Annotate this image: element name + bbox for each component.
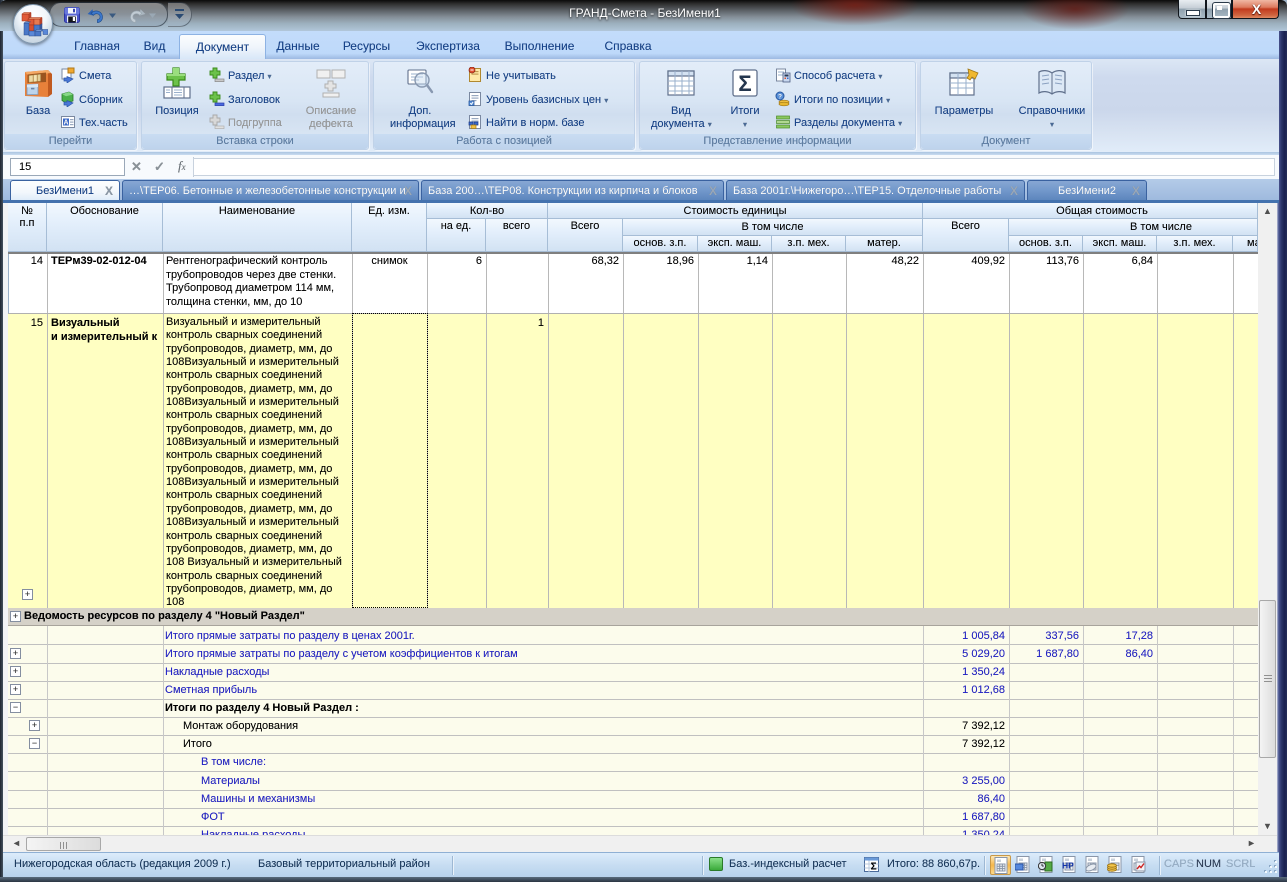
svg-text:?: ?: [778, 94, 782, 101]
svg-text:Σ: Σ: [738, 71, 751, 96]
svg-text:A: A: [63, 120, 68, 127]
svg-text:НР: НР: [1062, 861, 1074, 871]
svg-text:Σ: Σ: [871, 861, 877, 872]
